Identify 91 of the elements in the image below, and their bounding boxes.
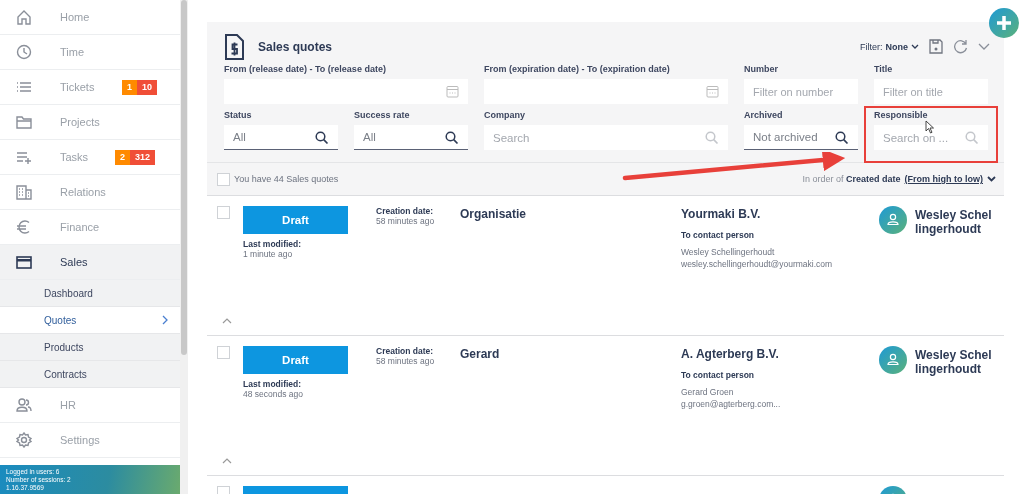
date-range-field[interactable] [484, 79, 728, 104]
field-value: 58 minutes ago [376, 356, 436, 367]
contact-name: Gerard Groen [681, 386, 735, 398]
sort-order-link[interactable]: (From high to low) [904, 174, 983, 184]
building-icon [16, 184, 32, 200]
nav-subitem[interactable]: Products [0, 334, 180, 361]
field-label: Last modified: [243, 239, 303, 249]
quote-title: Gerard [460, 347, 501, 361]
clock-icon [16, 44, 32, 60]
text-field[interactable]: Filter on title [874, 79, 988, 104]
chevron-up-icon[interactable] [222, 318, 232, 324]
field-label: Last modified: [243, 379, 303, 389]
document-dollar-icon [224, 33, 244, 60]
chevron-up-icon[interactable] [222, 458, 232, 464]
home-icon [16, 9, 32, 25]
nav-item[interactable]: Tickets 1 10 [0, 70, 180, 105]
contact-name: Wesley Schellingerhoudt [681, 246, 776, 258]
list-icon [16, 79, 32, 95]
refresh-icon[interactable] [953, 39, 968, 54]
field-value: 58 minutes ago [376, 216, 436, 227]
user-avatar-icon [879, 206, 907, 234]
cursor-icon [925, 120, 935, 134]
nav-item[interactable]: Sales [0, 245, 180, 280]
field-label: To contact person [681, 230, 756, 240]
card-icon [16, 254, 32, 270]
status-button[interactable]: Draft [243, 346, 348, 374]
field-value: 1 minute ago [243, 249, 294, 260]
count-badge: 312 [130, 150, 156, 165]
status-button[interactable]: Draft [243, 206, 348, 234]
select-field[interactable]: All [224, 125, 338, 150]
user-avatar-icon [879, 346, 907, 374]
nav-item[interactable]: Tasks 2 312 [0, 140, 180, 175]
select-all-checkbox[interactable] [217, 172, 230, 186]
search-icon [315, 131, 329, 145]
field-label: Archived [744, 110, 784, 120]
euro-icon [16, 219, 32, 235]
responsible-name: Wesley Schellingerhoudt [915, 348, 993, 376]
field-label: From (expiration date) - To (expiration date) [484, 64, 671, 74]
chevron-right-icon [162, 315, 168, 325]
page-title: Sales quotes [258, 39, 333, 54]
field-label: From (release date) - To (release date) [224, 64, 387, 74]
calendar-icon [706, 85, 719, 98]
save-icon[interactable] [929, 39, 943, 54]
responsible-name: Wesley Schellingerhoudt [915, 208, 993, 236]
select-field[interactable]: Not archived [744, 125, 858, 150]
add-button[interactable] [989, 8, 1019, 38]
field-label: Title [874, 64, 894, 74]
scrollbar-thumb[interactable] [181, 0, 187, 355]
field-label: Success rate [354, 110, 411, 120]
company-name: Yourmaki B.V. [681, 207, 762, 221]
field-label: Creation date: [376, 346, 435, 356]
quote-title: Organisatie [460, 207, 528, 221]
count-badge: 10 [137, 80, 158, 95]
select-field[interactable]: All [354, 125, 468, 150]
search-icon [835, 131, 849, 145]
contact-email: wesley.schellingerhoudt@yourmaki.com [681, 258, 834, 270]
field-label: Number [744, 64, 779, 74]
field-label: Creation date: [376, 206, 435, 216]
folder-icon [16, 114, 32, 130]
field-value: 48 seconds ago [243, 389, 305, 400]
field-label: To contact person [681, 370, 756, 380]
search-icon [965, 131, 979, 145]
caret-down-icon [911, 43, 919, 50]
date-range-field[interactable] [224, 79, 468, 104]
settings-icon [16, 432, 32, 448]
people-icon [16, 397, 32, 413]
count-badge: 2 [115, 150, 130, 165]
text-field[interactable]: Filter on number [744, 79, 858, 104]
chevron-down-icon[interactable] [978, 42, 990, 51]
filter-dropdown[interactable]: Filter: None [860, 41, 919, 52]
nav-item[interactable]: Relations [0, 175, 180, 210]
field-label: Status [224, 110, 253, 120]
calendar-icon [446, 85, 459, 98]
scrollbar[interactable] [180, 0, 188, 494]
caret-down-icon[interactable] [987, 176, 996, 182]
search-icon [705, 131, 719, 145]
contact-email: g.groen@agterberg.com... [681, 398, 782, 410]
count-badge: 1 [122, 80, 137, 95]
search-icon [445, 131, 459, 145]
company-name: A. Agterberg B.V. [681, 347, 780, 361]
nav-subitem[interactable]: Contracts [0, 361, 180, 388]
row-checkbox[interactable] [217, 346, 230, 359]
field-label: Company [484, 110, 526, 120]
result-count: You have 44 Sales quotes [234, 174, 339, 184]
search-field[interactable]: Search on ... [874, 125, 988, 150]
row-checkbox[interactable] [217, 206, 230, 219]
nav-subitem[interactable]: Dashboard [0, 280, 180, 307]
sort-label: In order of Created date [802, 174, 901, 184]
search-field[interactable]: Search [484, 125, 728, 150]
list-plus-icon [16, 149, 32, 165]
field-label: Responsible [874, 110, 929, 120]
